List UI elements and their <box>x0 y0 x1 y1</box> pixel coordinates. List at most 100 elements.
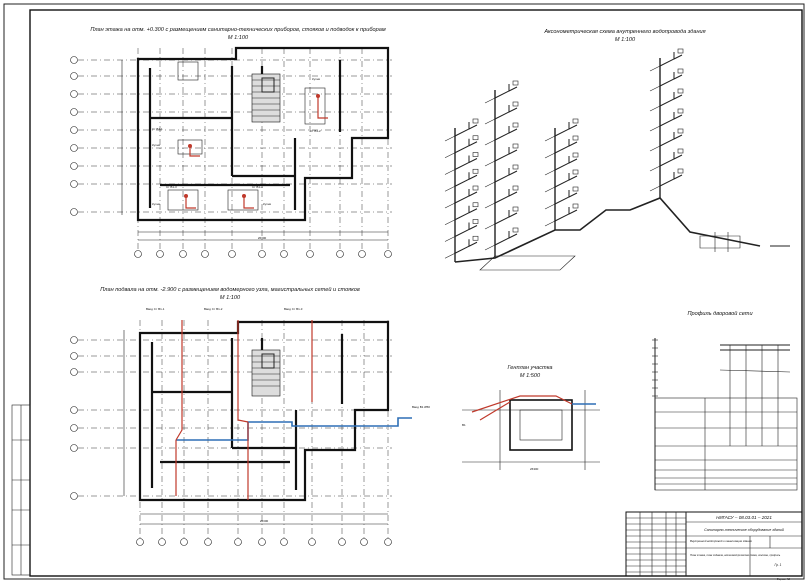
axonometric-branch <box>649 185 661 192</box>
axonometric-branch <box>444 135 456 142</box>
room-label: Кухня <box>152 143 160 147</box>
axis-bubble <box>70 492 78 500</box>
axonometric-branch <box>649 65 661 72</box>
fixture-symbol <box>472 185 479 191</box>
axis-bubble <box>70 336 78 344</box>
axonometric-branch <box>484 97 496 104</box>
floor-plan-scale: М 1:100 <box>228 35 249 41</box>
axis-bubble <box>360 538 368 546</box>
axis-bubble <box>384 538 392 546</box>
axonometric-branch <box>444 202 456 209</box>
site-plan-title: Генплан участка <box>508 365 553 371</box>
fixture-symbol <box>572 118 579 124</box>
basement-plan-title: План подвала на отм. -2.900 с размещение… <box>100 286 360 293</box>
title-block-subject: Санитарно-техническое оборудование здани… <box>704 528 784 532</box>
basement-outer-walls <box>138 320 390 502</box>
fixture-symbol <box>572 169 579 175</box>
axonometric-branch <box>494 147 518 162</box>
dimension-label: 26300 <box>258 236 267 240</box>
fixture-symbol <box>472 135 479 141</box>
axonometric-branch <box>544 169 556 176</box>
axonometric-branch <box>544 186 556 193</box>
dimension-label: 26300 <box>260 519 269 523</box>
axis-bubble <box>384 250 392 258</box>
room-label: Кухня <box>263 202 271 206</box>
fixture-symbol <box>472 235 479 241</box>
axonometric-branch <box>544 152 556 159</box>
axis-bubble <box>70 56 78 64</box>
axonometric-branch <box>444 152 456 159</box>
fixture-symbol <box>677 168 684 174</box>
site-label: В1 <box>462 423 466 427</box>
axis-bubble <box>158 538 166 546</box>
fixture-symbol <box>512 164 519 170</box>
floor-plan: Ст В1-1 Кухня Кухня Ст В1-2 Ст В1-3 Ст В… <box>70 46 392 258</box>
axonometric-branch <box>484 244 496 251</box>
basement-stairwell <box>251 349 281 397</box>
axonometric-branch <box>544 220 556 227</box>
sheet-format: Формат А2 <box>777 577 791 581</box>
room-label: Кухня <box>312 77 320 81</box>
site-label: 26300 <box>530 467 539 471</box>
axis-bubble <box>258 250 266 258</box>
axis-bubble <box>306 250 314 258</box>
axonometric-branch <box>544 203 556 210</box>
axonometric-branch <box>494 168 518 183</box>
riser-label: Ст В1-1 <box>152 127 163 131</box>
axis-bubble <box>70 162 78 170</box>
axonometric-branch <box>454 189 478 204</box>
fixture-symbol <box>512 206 519 212</box>
axonometric-branch <box>444 219 456 226</box>
fixture-symbol <box>677 128 684 134</box>
axis-bubble <box>280 538 288 546</box>
axonometric-branch <box>454 138 478 154</box>
fixture-symbol <box>677 68 684 74</box>
fixture-symbol <box>472 152 479 157</box>
site-plan-scale: М 1:500 <box>520 373 541 379</box>
axis-bubble <box>70 368 78 376</box>
axonometric-branch <box>444 252 456 259</box>
fixture-symbol <box>572 186 579 192</box>
fixture-symbol <box>512 185 519 191</box>
axonometric-branch <box>454 172 478 187</box>
riser-marker <box>242 194 246 198</box>
axonometric-branch <box>649 105 661 112</box>
fixture-symbol <box>572 135 579 141</box>
axonometric-title: Аксонометрическая схема внутреннего водо… <box>543 29 705 35</box>
axis-bubble <box>70 424 78 432</box>
axonometric-branch <box>444 236 456 242</box>
riser-label: Ввод Ст В1-1 <box>146 307 165 311</box>
axonometric-branch <box>554 190 578 205</box>
axonometric-branch <box>554 156 578 171</box>
axonometric-branch <box>554 173 578 188</box>
fixture-symbol <box>512 101 519 107</box>
fixture-symbol <box>677 88 684 94</box>
axis-bubble <box>358 250 366 258</box>
axonometric-scale: М 1:100 <box>615 37 636 43</box>
axis-bubble <box>180 538 188 546</box>
axis-bubble <box>280 250 288 258</box>
axonometric-branch <box>554 122 578 137</box>
fixture-symbol <box>472 202 479 208</box>
axonometric-branch <box>659 112 683 127</box>
basement-plan-scale: М 1:100 <box>220 295 241 301</box>
yard-network-profile <box>652 338 798 491</box>
axis-bubble <box>70 108 78 116</box>
riser-label: Ст В1-4 <box>252 185 263 189</box>
axonometric-branch <box>494 189 518 204</box>
axonometric-branch <box>494 126 518 141</box>
fixture-symbol <box>512 227 519 233</box>
riser-marker <box>188 144 192 148</box>
axonometric-scheme <box>444 48 790 271</box>
axis-bubble <box>70 352 78 360</box>
title-block-code: НИГАСУ – 08.03.01 – 2021 <box>716 515 772 520</box>
axis-bubble <box>70 144 78 152</box>
axis-bubble <box>308 538 316 546</box>
axis-bubble <box>134 250 142 258</box>
axonometric-branch <box>649 165 661 172</box>
axonometric-branch <box>484 139 496 146</box>
fixture-symbol <box>572 152 579 158</box>
axis-bubble <box>234 538 242 546</box>
axonometric-branch <box>659 92 683 107</box>
axonometric-branch <box>484 160 496 167</box>
